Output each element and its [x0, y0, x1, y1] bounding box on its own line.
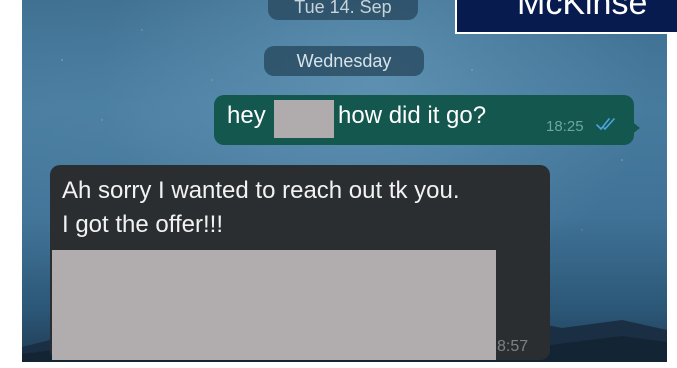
outgoing-bubble-tail: [630, 120, 640, 136]
incoming-message-time: 8:57: [497, 338, 529, 355]
incoming-message-line-1: Ah sorry I wanted to reach out tk you.: [62, 177, 460, 204]
brand-logo-text: McKinse: [517, 0, 648, 22]
outgoing-message-text-end: how did it go?: [338, 102, 487, 129]
redacted-name-block: [274, 100, 334, 138]
double-check-icon: [596, 118, 615, 131]
outgoing-message-time: 18:25: [546, 118, 584, 135]
screenshot-frame: Tue 14. Sep Wednesday McKinse hey how di…: [0, 0, 677, 368]
date-separator-previous: Tue 14. Sep: [268, 0, 418, 20]
incoming-message-line-2: I got the offer!!!: [62, 211, 223, 238]
redacted-content-block: [52, 250, 496, 360]
date-separator-current: Wednesday: [264, 46, 424, 76]
brand-logo: McKinse: [455, 0, 677, 34]
outgoing-message-text-start: hey: [227, 102, 266, 129]
